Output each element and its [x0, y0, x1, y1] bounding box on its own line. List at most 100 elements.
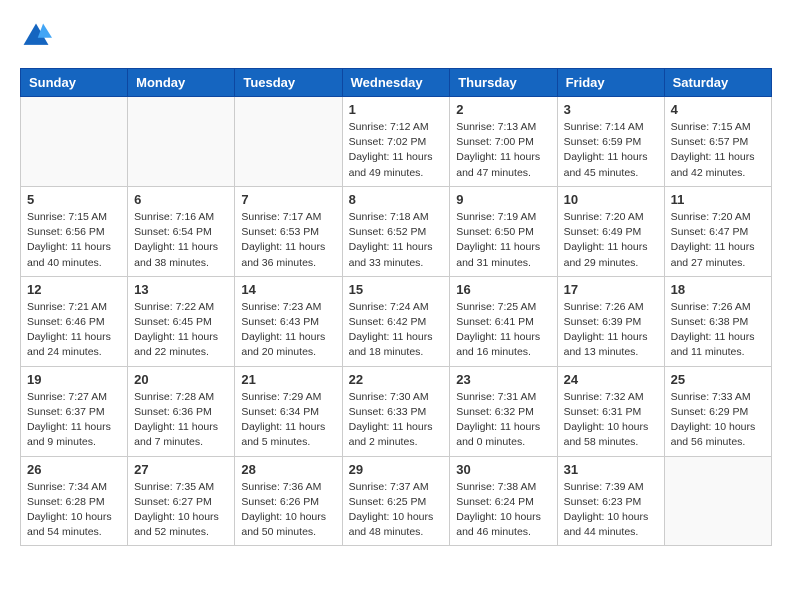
day-info: Sunrise: 7:14 AM Sunset: 6:59 PM Dayligh… [564, 120, 658, 181]
day-info: Sunrise: 7:39 AM Sunset: 6:23 PM Dayligh… [564, 480, 658, 541]
calendar-cell: 24 Sunrise: 7:32 AM Sunset: 6:31 PM Dayli… [557, 366, 664, 456]
calendar-header-row: SundayMondayTuesdayWednesdayThursdayFrid… [21, 69, 772, 97]
day-number: 3 [564, 102, 658, 117]
day-info: Sunrise: 7:22 AM Sunset: 6:45 PM Dayligh… [134, 300, 228, 361]
calendar-cell: 1 Sunrise: 7:12 AM Sunset: 7:02 PM Daylig… [342, 97, 450, 187]
day-number: 18 [671, 282, 765, 297]
day-number: 6 [134, 192, 228, 207]
day-header-monday: Monday [128, 69, 235, 97]
day-number: 31 [564, 462, 658, 477]
calendar-cell: 29 Sunrise: 7:37 AM Sunset: 6:25 PM Dayli… [342, 456, 450, 546]
day-number: 24 [564, 372, 658, 387]
day-number: 16 [456, 282, 550, 297]
day-number: 2 [456, 102, 550, 117]
day-number: 28 [241, 462, 335, 477]
calendar-cell: 2 Sunrise: 7:13 AM Sunset: 7:00 PM Daylig… [450, 97, 557, 187]
calendar-cell: 17 Sunrise: 7:26 AM Sunset: 6:39 PM Dayli… [557, 276, 664, 366]
calendar-cell: 16 Sunrise: 7:25 AM Sunset: 6:41 PM Dayli… [450, 276, 557, 366]
day-number: 30 [456, 462, 550, 477]
calendar-week-4: 19 Sunrise: 7:27 AM Sunset: 6:37 PM Dayli… [21, 366, 772, 456]
day-info: Sunrise: 7:21 AM Sunset: 6:46 PM Dayligh… [27, 300, 121, 361]
day-number: 1 [349, 102, 444, 117]
calendar-cell: 23 Sunrise: 7:31 AM Sunset: 6:32 PM Dayli… [450, 366, 557, 456]
calendar-cell: 19 Sunrise: 7:27 AM Sunset: 6:37 PM Dayli… [21, 366, 128, 456]
day-info: Sunrise: 7:23 AM Sunset: 6:43 PM Dayligh… [241, 300, 335, 361]
day-info: Sunrise: 7:20 AM Sunset: 6:49 PM Dayligh… [564, 210, 658, 271]
calendar-week-2: 5 Sunrise: 7:15 AM Sunset: 6:56 PM Daylig… [21, 186, 772, 276]
calendar-cell: 27Sunrise: 7:35 AM Sunset: 6:27 PM Dayli… [128, 456, 235, 546]
calendar-cell: 4Sunrise: 7:15 AM Sunset: 6:57 PM Daylig… [664, 97, 771, 187]
logo-icon [20, 20, 52, 52]
day-info: Sunrise: 7:19 AM Sunset: 6:50 PM Dayligh… [456, 210, 550, 271]
calendar-cell: 13 Sunrise: 7:22 AM Sunset: 6:45 PM Dayli… [128, 276, 235, 366]
page-header [20, 20, 772, 52]
calendar-cell: 9 Sunrise: 7:19 AM Sunset: 6:50 PM Daylig… [450, 186, 557, 276]
day-number: 11 [671, 192, 765, 207]
day-info: Sunrise: 7:37 AM Sunset: 6:25 PM Dayligh… [349, 480, 444, 541]
day-header-saturday: Saturday [664, 69, 771, 97]
day-info: Sunrise: 7:25 AM Sunset: 6:41 PM Dayligh… [456, 300, 550, 361]
day-info: Sunrise: 7:38 AM Sunset: 6:24 PM Dayligh… [456, 480, 550, 541]
day-number: 20 [134, 372, 228, 387]
day-number: 22 [349, 372, 444, 387]
calendar-cell: 3 Sunrise: 7:14 AM Sunset: 6:59 PM Daylig… [557, 97, 664, 187]
day-info: Sunrise: 7:34 AM Sunset: 6:28 PM Dayligh… [27, 480, 121, 541]
day-info: Sunrise: 7:28 AM Sunset: 6:36 PM Dayligh… [134, 390, 228, 451]
calendar-cell: 18Sunrise: 7:26 AM Sunset: 6:38 PM Dayli… [664, 276, 771, 366]
day-info: Sunrise: 7:32 AM Sunset: 6:31 PM Dayligh… [564, 390, 658, 451]
day-info: Sunrise: 7:13 AM Sunset: 7:00 PM Dayligh… [456, 120, 550, 181]
day-header-wednesday: Wednesday [342, 69, 450, 97]
day-info: Sunrise: 7:33 AM Sunset: 6:29 PM Dayligh… [671, 390, 765, 451]
day-number: 7 [241, 192, 335, 207]
day-number: 29 [349, 462, 444, 477]
day-number: 9 [456, 192, 550, 207]
day-number: 21 [241, 372, 335, 387]
day-info: Sunrise: 7:16 AM Sunset: 6:54 PM Dayligh… [134, 210, 228, 271]
day-header-sunday: Sunday [21, 69, 128, 97]
calendar-cell [664, 456, 771, 546]
day-header-friday: Friday [557, 69, 664, 97]
calendar-week-5: 26 Sunrise: 7:34 AM Sunset: 6:28 PM Dayli… [21, 456, 772, 546]
calendar-cell: 12Sunrise: 7:21 AM Sunset: 6:46 PM Dayli… [21, 276, 128, 366]
day-number: 8 [349, 192, 444, 207]
calendar-cell: 31 Sunrise: 7:39 AM Sunset: 6:23 PM Dayli… [557, 456, 664, 546]
day-number: 15 [349, 282, 444, 297]
calendar-week-1: 1 Sunrise: 7:12 AM Sunset: 7:02 PM Daylig… [21, 97, 772, 187]
day-number: 17 [564, 282, 658, 297]
day-number: 4 [671, 102, 765, 117]
day-info: Sunrise: 7:26 AM Sunset: 6:39 PM Dayligh… [564, 300, 658, 361]
day-info: Sunrise: 7:20 AM Sunset: 6:47 PM Dayligh… [671, 210, 765, 271]
day-info: Sunrise: 7:24 AM Sunset: 6:42 PM Dayligh… [349, 300, 444, 361]
calendar-cell: 8 Sunrise: 7:18 AM Sunset: 6:52 PM Daylig… [342, 186, 450, 276]
day-info: Sunrise: 7:17 AM Sunset: 6:53 PM Dayligh… [241, 210, 335, 271]
day-number: 5 [27, 192, 121, 207]
calendar-table: SundayMondayTuesdayWednesdayThursdayFrid… [20, 68, 772, 546]
calendar-cell: 21 Sunrise: 7:29 AM Sunset: 6:34 PM Dayli… [235, 366, 342, 456]
calendar-cell: 5 Sunrise: 7:15 AM Sunset: 6:56 PM Daylig… [21, 186, 128, 276]
day-number: 25 [671, 372, 765, 387]
day-info: Sunrise: 7:29 AM Sunset: 6:34 PM Dayligh… [241, 390, 335, 451]
day-info: Sunrise: 7:18 AM Sunset: 6:52 PM Dayligh… [349, 210, 444, 271]
day-number: 19 [27, 372, 121, 387]
calendar-cell: 22Sunrise: 7:30 AM Sunset: 6:33 PM Dayli… [342, 366, 450, 456]
day-number: 13 [134, 282, 228, 297]
day-number: 23 [456, 372, 550, 387]
calendar-cell: 30 Sunrise: 7:38 AM Sunset: 6:24 PM Dayli… [450, 456, 557, 546]
day-header-thursday: Thursday [450, 69, 557, 97]
day-number: 27 [134, 462, 228, 477]
calendar-cell: 28 Sunrise: 7:36 AM Sunset: 6:26 PM Dayli… [235, 456, 342, 546]
calendar-cell: 15 Sunrise: 7:24 AM Sunset: 6:42 PM Dayli… [342, 276, 450, 366]
calendar-cell [21, 97, 128, 187]
day-info: Sunrise: 7:27 AM Sunset: 6:37 PM Dayligh… [27, 390, 121, 451]
logo [20, 20, 56, 52]
calendar-cell: 11 Sunrise: 7:20 AM Sunset: 6:47 PM Dayli… [664, 186, 771, 276]
calendar-cell [235, 97, 342, 187]
calendar-cell: 7 Sunrise: 7:17 AM Sunset: 6:53 PM Daylig… [235, 186, 342, 276]
day-info: Sunrise: 7:15 AM Sunset: 6:56 PM Dayligh… [27, 210, 121, 271]
day-info: Sunrise: 7:31 AM Sunset: 6:32 PM Dayligh… [456, 390, 550, 451]
day-info: Sunrise: 7:12 AM Sunset: 7:02 PM Dayligh… [349, 120, 444, 181]
day-number: 26 [27, 462, 121, 477]
calendar-week-3: 12Sunrise: 7:21 AM Sunset: 6:46 PM Dayli… [21, 276, 772, 366]
day-info: Sunrise: 7:36 AM Sunset: 6:26 PM Dayligh… [241, 480, 335, 541]
day-header-tuesday: Tuesday [235, 69, 342, 97]
